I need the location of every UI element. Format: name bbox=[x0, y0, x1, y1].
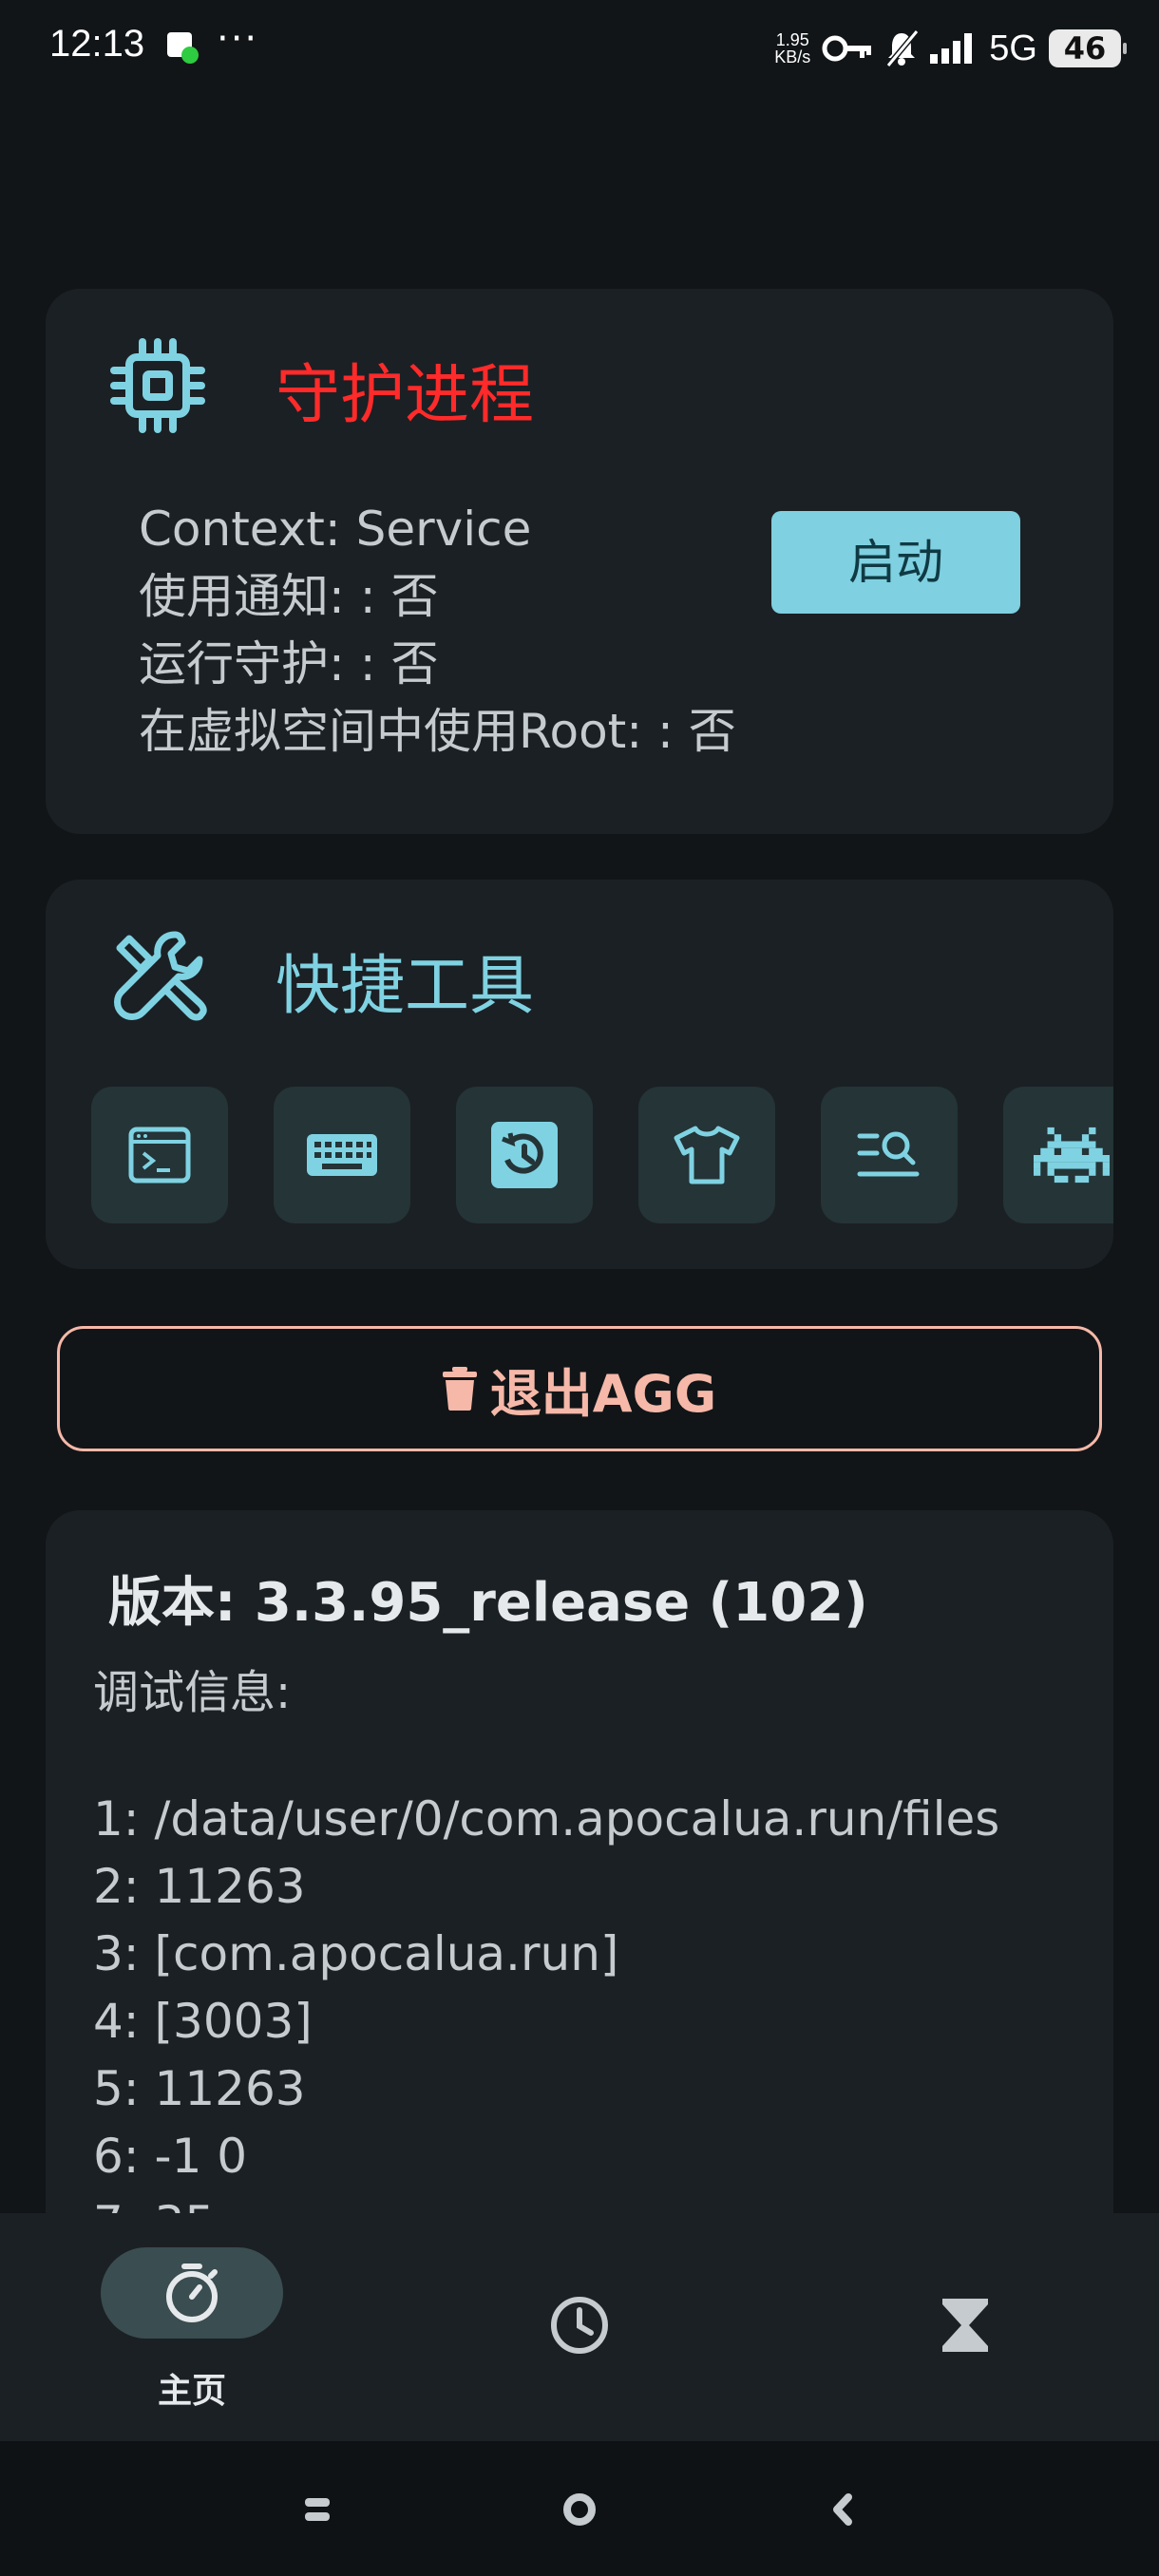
notification-app-icon bbox=[167, 32, 199, 64]
network-type: 5G bbox=[989, 28, 1037, 68]
home-circle-icon bbox=[563, 2493, 596, 2526]
more-notifications-icon: ··· bbox=[217, 17, 259, 61]
vpn-key-icon bbox=[822, 35, 872, 62]
recents-icon bbox=[305, 2498, 330, 2521]
tool-theme-button[interactable] bbox=[638, 1087, 775, 1223]
daemon-root-status: 在虚拟空间中使用Root: : 否 bbox=[139, 704, 736, 759]
back-icon bbox=[833, 2493, 852, 2526]
daemon-info: Context: Service 使用通知: : 否 运行守护: : 否 在虚拟… bbox=[139, 496, 736, 766]
nav-home-label: 主页 bbox=[157, 2372, 226, 2411]
terminal-icon bbox=[128, 1127, 191, 1184]
exit-button[interactable]: 退出AGG bbox=[57, 1326, 1102, 1451]
back-button[interactable] bbox=[813, 2481, 870, 2538]
debug-label: 调试信息: bbox=[93, 1666, 292, 1719]
nav-history[interactable] bbox=[542, 2287, 618, 2363]
version-title: 版本: 3.3.95_release (102) bbox=[108, 1572, 868, 1634]
tool-keyboard-button[interactable] bbox=[274, 1087, 410, 1223]
debug-lines: 1: /data/user/0/com.apocalua.run/files 2… bbox=[93, 1786, 999, 2258]
stopwatch-icon bbox=[166, 2263, 218, 2322]
system-nav bbox=[0, 2441, 1159, 2576]
tshirt-icon bbox=[674, 1126, 740, 1184]
history-clock-icon bbox=[491, 1122, 558, 1188]
tool-game-button[interactable] bbox=[1003, 1087, 1113, 1223]
status-right: 1.95 KB/s 5G 46 bbox=[774, 25, 1127, 72]
hourglass-icon bbox=[942, 2299, 988, 2352]
status-bar: 12:13 ··· 1.95 KB/s 5G 46 bbox=[0, 0, 1159, 95]
search-list-icon bbox=[857, 1131, 920, 1177]
tools-wrench-icon bbox=[114, 931, 207, 1021]
debug-line: 1: /data/user/0/com.apocalua.run/files bbox=[93, 1791, 1000, 1847]
daemon-title: 守护进程 bbox=[276, 358, 535, 433]
debug-line: 6: -1 0 bbox=[93, 2129, 248, 2184]
cpu-chip-icon bbox=[110, 338, 205, 433]
tool-search-button[interactable] bbox=[821, 1087, 958, 1223]
space-invader-icon bbox=[1034, 1127, 1110, 1184]
daemon-notification-status: 使用通知: : 否 bbox=[139, 569, 439, 624]
home-button[interactable] bbox=[551, 2481, 608, 2538]
app-screen: 12:13 ··· 1.95 KB/s 5G 46 守护进程 Context: … bbox=[0, 0, 1159, 2576]
nav-home[interactable] bbox=[101, 2247, 283, 2339]
clock-icon bbox=[551, 2297, 608, 2354]
trash-icon bbox=[442, 1367, 477, 1411]
battery-indicator: 46 bbox=[1049, 29, 1127, 67]
tool-history-button[interactable] bbox=[456, 1087, 593, 1223]
daemon-running-status: 运行守护: : 否 bbox=[139, 636, 439, 691]
tools-title: 快捷工具 bbox=[276, 949, 535, 1024]
exit-label: 退出AGG bbox=[489, 1363, 717, 1424]
mute-bell-icon bbox=[885, 29, 920, 67]
debug-line: 4: [3003] bbox=[93, 1994, 313, 2049]
recents-button[interactable] bbox=[289, 2481, 346, 2538]
daemon-card: 守护进程 Context: Service 使用通知: : 否 运行守护: : … bbox=[46, 289, 1113, 834]
debug-line: 3: [com.apocalua.run] bbox=[93, 1926, 619, 1981]
daemon-context: Context: Service bbox=[139, 502, 532, 557]
bottom-nav: 主页 bbox=[0, 2213, 1159, 2441]
keyboard-icon bbox=[307, 1134, 377, 1176]
tools-row bbox=[91, 1087, 1113, 1229]
debug-line: 2: 11263 bbox=[93, 1859, 306, 1914]
tool-terminal-button[interactable] bbox=[91, 1087, 228, 1223]
network-speed: 1.95 KB/s bbox=[774, 30, 811, 66]
status-time: 12:13 bbox=[49, 23, 145, 65]
start-button[interactable]: 启动 bbox=[771, 511, 1020, 614]
signal-icon bbox=[930, 33, 973, 64]
nav-timer[interactable] bbox=[927, 2287, 1003, 2363]
debug-line: 5: 11263 bbox=[93, 2061, 306, 2116]
tools-card: 快捷工具 bbox=[46, 880, 1113, 1269]
